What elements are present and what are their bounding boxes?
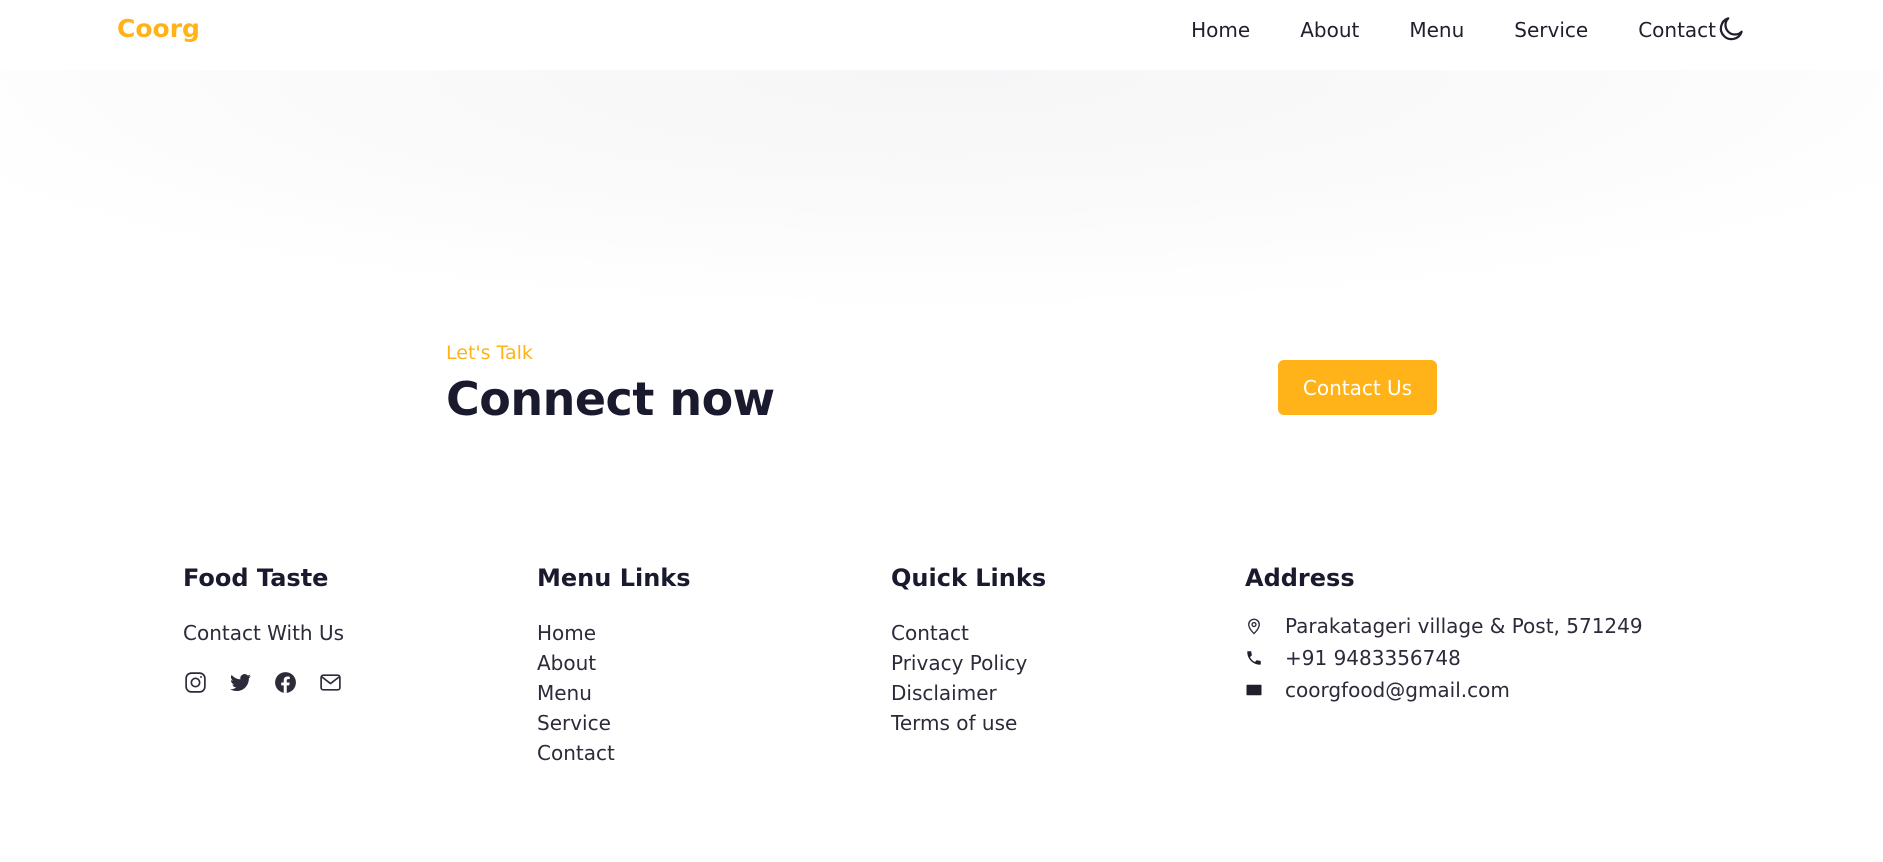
footer-link-menu[interactable]: Menu [537,678,691,708]
nav-about[interactable]: About [1300,16,1359,44]
social-links [183,670,363,695]
footer-link-service[interactable]: Service [537,708,691,738]
cta-eyebrow: Let's Talk [446,342,533,364]
address-phone-row: +91 9483356748 [1245,642,1643,674]
mail-icon[interactable] [318,670,343,695]
location-pin-icon [1245,617,1263,635]
footer-heading-menu-links: Menu Links [537,564,691,592]
footer-link-terms[interactable]: Terms of use [891,708,1046,738]
contact-us-button[interactable]: Contact Us [1278,360,1437,415]
hero-background [0,70,1883,320]
nav-service[interactable]: Service [1514,16,1588,44]
footer-link-home[interactable]: Home [537,618,691,648]
phone-icon [1245,649,1263,667]
footer-link-contact[interactable]: Contact [537,738,691,768]
page: Coorg Home About Menu Service Contact Le… [0,0,1883,862]
address-location: Parakatageri village & Post, 571249 [1285,614,1643,638]
footer-quick-links: Quick Links Contact Privacy Policy Discl… [891,564,1046,738]
twitter-icon[interactable] [228,670,253,695]
site-header: Coorg Home About Menu Service Contact [0,0,1883,70]
footer-heading-food-taste: Food Taste [183,564,329,592]
footer-address: Address Parakatageri village & Post, 571… [1245,564,1643,706]
footer-food-taste: Food Taste Contact With Us [183,564,363,695]
footer-menu-links: Menu Links Home About Menu Service Conta… [537,564,691,768]
footer-heading-quick-links: Quick Links [891,564,1047,592]
menu-link-list: Home About Menu Service Contact [537,618,691,768]
quick-link-list: Contact Privacy Policy Disclaimer Terms … [891,618,1046,738]
facebook-icon[interactable] [273,670,298,695]
contact-with-us-text: Contact With Us [183,621,344,645]
main-nav: Home About Menu Service Contact [1191,16,1716,44]
cta-title: Connect now [446,372,775,426]
address-email-row: coorgfood@gmail.com [1245,674,1643,706]
footer-link-privacy-policy[interactable]: Privacy Policy [891,648,1046,678]
footer-link-contact-quick[interactable]: Contact [891,618,1046,648]
envelope-icon [1245,681,1263,699]
footer-heading-address: Address [1245,564,1355,592]
footer-link-about[interactable]: About [537,648,691,678]
address-location-row: Parakatageri village & Post, 571249 [1245,610,1643,642]
nav-contact[interactable]: Contact [1638,16,1716,44]
moon-icon[interactable] [1716,14,1746,44]
address-email[interactable]: coorgfood@gmail.com [1285,678,1510,702]
address-list: Parakatageri village & Post, 571249 +91 … [1245,610,1643,706]
logo[interactable]: Coorg [117,14,200,43]
address-phone[interactable]: +91 9483356748 [1285,646,1461,670]
nav-menu[interactable]: Menu [1409,16,1464,44]
nav-home[interactable]: Home [1191,16,1250,44]
footer-link-disclaimer[interactable]: Disclaimer [891,678,1046,708]
instagram-icon[interactable] [183,670,208,695]
